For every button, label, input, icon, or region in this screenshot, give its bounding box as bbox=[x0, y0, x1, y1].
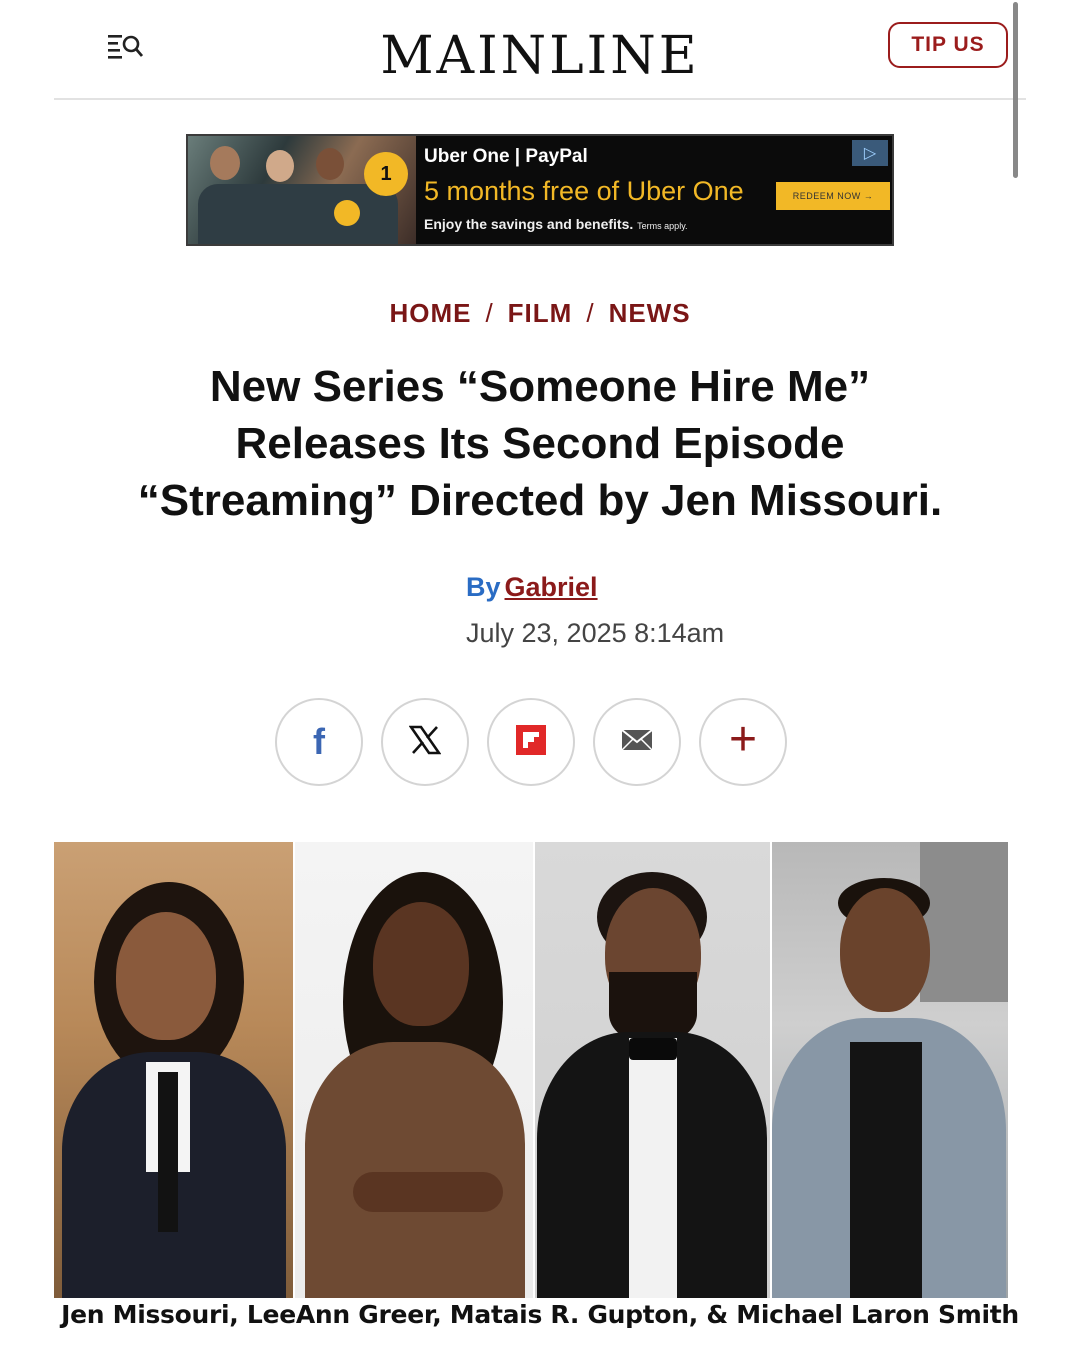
tip-us-button[interactable]: TIP US bbox=[888, 22, 1008, 68]
peace-sign-icon bbox=[334, 200, 360, 226]
breadcrumb-home[interactable]: HOME bbox=[389, 298, 471, 328]
adchoices-icon[interactable]: ▷ bbox=[852, 140, 888, 166]
cast-photo-collage bbox=[54, 842, 1008, 1298]
site-logo[interactable]: MAINLINE bbox=[54, 26, 1026, 86]
title-line: “Streaming” Directed by Jen Missouri. bbox=[137, 476, 943, 525]
byline: By Gabriel bbox=[466, 572, 598, 603]
ad-banner[interactable]: 1 Uber One | PayPal 5 months free of Ube… bbox=[186, 134, 894, 246]
share-flipboard-button[interactable] bbox=[487, 698, 575, 786]
share-email-button[interactable] bbox=[593, 698, 681, 786]
photo-leeann-greer bbox=[293, 842, 533, 1298]
ad-subtext-main: Enjoy the savings and benefits. bbox=[424, 216, 634, 232]
photo-divider bbox=[533, 842, 535, 1298]
plus-icon: + bbox=[728, 713, 758, 766]
ad-headline: 5 months free of Uber One bbox=[424, 176, 744, 206]
breadcrumb-film[interactable]: FILM bbox=[508, 298, 573, 328]
photo-jen-missouri bbox=[54, 842, 293, 1298]
share-facebook-button[interactable]: f bbox=[275, 698, 363, 786]
facebook-icon: f bbox=[313, 721, 325, 762]
photo-matais-gupton bbox=[533, 842, 770, 1298]
breadcrumb: HOME / FILM / NEWS bbox=[389, 298, 691, 328]
photo-divider bbox=[293, 842, 295, 1298]
x-icon bbox=[408, 725, 442, 760]
share-more-button[interactable]: + bbox=[699, 698, 787, 786]
photo-caption: Jen Missouri, LeeAnn Greer, Matais R. Gu… bbox=[61, 1300, 1019, 1329]
site-header: MAINLINE TIP US bbox=[54, 0, 1026, 100]
author-link[interactable]: Gabriel bbox=[505, 572, 598, 602]
ad-subtext: Enjoy the savings and benefits. Terms ap… bbox=[424, 216, 688, 232]
email-icon bbox=[621, 728, 653, 756]
breadcrumb-news[interactable]: NEWS bbox=[609, 298, 691, 328]
photo-michael-laron-smith bbox=[770, 842, 1008, 1298]
ad-brands: Uber One | PayPal bbox=[424, 146, 588, 167]
article-title: New Series “Someone Hire Me” Releases It… bbox=[60, 358, 1020, 529]
uber-one-badge-icon: 1 bbox=[364, 152, 408, 196]
flipboard-icon bbox=[516, 724, 546, 760]
title-line: Releases Its Second Episode bbox=[235, 419, 845, 468]
photo-divider bbox=[770, 842, 772, 1298]
by-label: By bbox=[466, 572, 501, 602]
ad-redeem-button[interactable]: REDEEM NOW → bbox=[776, 182, 890, 210]
publish-date: July 23, 2025 8:14am bbox=[466, 618, 725, 648]
share-x-button[interactable] bbox=[381, 698, 469, 786]
ad-terms: Terms apply. bbox=[637, 221, 688, 231]
scrollbar[interactable] bbox=[1013, 2, 1018, 178]
title-line: New Series “Someone Hire Me” bbox=[209, 362, 871, 411]
